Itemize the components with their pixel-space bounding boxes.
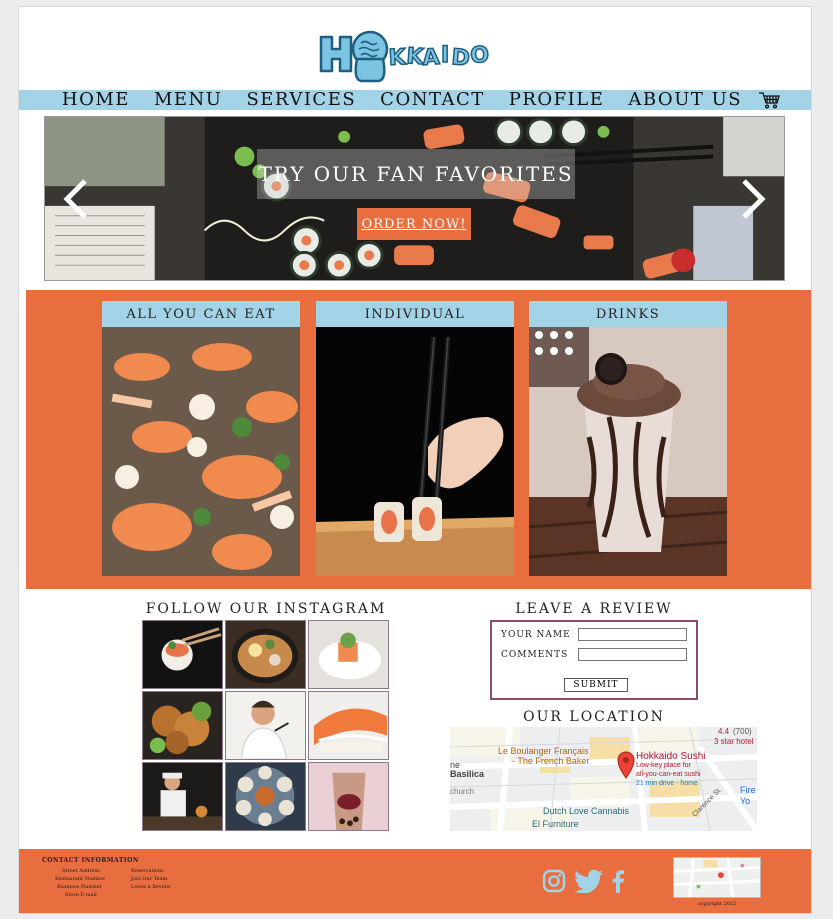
map-pin-icon (617, 751, 635, 779)
plated-dish-photo (309, 621, 388, 688)
chopsticks-sushi-image (316, 327, 514, 576)
svg-text:A: A (422, 45, 441, 71)
nav-contact[interactable]: CONTACT (368, 90, 497, 110)
dumplings-photo (226, 763, 305, 830)
instagram-post[interactable] (142, 762, 223, 831)
review-form: YOUR NAME COMMENTS SUBMIT (490, 620, 698, 700)
map-fire-1: Fire (740, 785, 756, 795)
nav-about-us[interactable]: ABOUT US (616, 90, 754, 110)
ramen-photo (226, 621, 305, 688)
copyright-text: copyright 2022 (697, 901, 737, 907)
facebook-icon[interactable] (611, 869, 625, 893)
map-review-count: (700) (733, 727, 752, 736)
chef-photo (226, 692, 305, 759)
order-now-button[interactable]: ORDER NOW! (357, 208, 471, 240)
salmon-nigiri-photo (309, 692, 388, 759)
map-drive-time: 21 min drive - home (636, 780, 698, 787)
footer-link-street-address[interactable]: Street Address (62, 868, 100, 874)
svg-text:K: K (388, 45, 407, 71)
bubble-tea-photo (309, 763, 388, 830)
map-church: church (450, 787, 475, 796)
sushi-chopsticks-photo (143, 621, 222, 688)
category-title: INDIVIDUAL (316, 301, 514, 327)
instagram-post[interactable] (308, 620, 389, 689)
map-hotel-label: 3 star hotel (714, 737, 754, 746)
instagram-post[interactable] (225, 762, 306, 831)
logo-graphic: K K A I D O (319, 30, 491, 83)
name-field[interactable] (578, 628, 687, 641)
svg-text:I: I (441, 43, 449, 68)
map-rating: 4.4 (718, 727, 730, 736)
comments-field[interactable] (578, 648, 687, 661)
review-title: LEAVE A REVIEW (515, 601, 673, 617)
instagram-post[interactable] (142, 620, 223, 689)
comments-label: COMMENTS (501, 650, 569, 660)
submit-button[interactable]: SUBMIT (564, 678, 628, 692)
milkshake-image (529, 327, 727, 576)
instagram-post[interactable] (225, 620, 306, 689)
hokkaido-logo[interactable]: K K A I D O (317, 23, 513, 83)
instagram-icon[interactable] (542, 869, 566, 893)
hero-banner: TRY OUR FAN FAVORITES ORDER NOW! (44, 116, 785, 281)
fried-chicken-photo (143, 692, 222, 759)
footer-link-leave-a-review[interactable]: Leave a Review (131, 884, 171, 890)
instagram-post[interactable] (308, 691, 389, 760)
footer-link-restaurant-number[interactable]: Restaurant Number (55, 876, 106, 882)
twitter-icon[interactable] (574, 869, 604, 893)
svg-text:O: O (469, 42, 490, 69)
nav-home[interactable]: HOME (50, 90, 142, 110)
map-furniture: El Furniture (532, 819, 579, 829)
category-all-you-can-eat[interactable]: ALL YOU CAN EAT (102, 301, 300, 576)
map-basilica-2: Basilica (450, 769, 485, 779)
categories-section: ALL YOU CAN EAT INDIVIDUAL DRINKS (26, 290, 811, 589)
name-label: YOUR NAME (501, 630, 571, 640)
category-title: DRINKS (529, 301, 727, 327)
shopping-cart-icon[interactable] (758, 91, 780, 109)
instagram-post[interactable] (142, 691, 223, 760)
main-nav: HOME MENU SERVICES CONTACT PROFILE ABOUT… (19, 90, 811, 110)
category-drinks[interactable]: DRINKS (529, 301, 727, 576)
category-individual[interactable]: INDIVIDUAL (316, 301, 514, 576)
instagram-post[interactable] (308, 762, 389, 831)
chevron-right-icon[interactable] (738, 177, 768, 221)
location-title: OUR LOCATION (523, 709, 665, 725)
map-restaurant-desc-2: all-you-can-eat sushi (636, 771, 701, 778)
kitchen-chef-photo (143, 763, 222, 830)
chevron-left-icon[interactable] (61, 177, 91, 221)
sushi-platter-image (102, 327, 300, 576)
map-fire-2: Yo (740, 796, 751, 806)
map-place-1b: - The French Baker (512, 756, 590, 766)
mini-map-graphic (674, 858, 760, 897)
footer-mini-map[interactable] (673, 857, 761, 898)
page: K K A I D O HOME MENU SERVICES CONTACT P… (18, 6, 812, 914)
contact-info-title: CONTACT INFORMATION (42, 857, 139, 864)
footer-link-join-our-team[interactable]: Join Our Team (131, 876, 167, 882)
map-cannabis: Dutch Love Cannabis (543, 806, 630, 816)
category-title: ALL YOU CAN EAT (102, 301, 300, 327)
map-restaurant-name: Hokkaido Sushi (636, 751, 706, 762)
footer: CONTACT INFORMATION Street Address Resta… (19, 849, 811, 913)
instagram-title: FOLLOW OUR INSTAGRAM (145, 601, 387, 617)
footer-link-store-email[interactable]: Store E-mail (65, 892, 97, 898)
location-map[interactable]: 4.4 (700) 3 star hotel Le Boulanger Fran… (450, 727, 757, 831)
instagram-grid (142, 620, 389, 831)
svg-text:D: D (450, 45, 470, 71)
nav-menu[interactable]: MENU (142, 90, 235, 110)
nav-profile[interactable]: PROFILE (497, 90, 617, 110)
map-place-1: Le Boulanger Français (498, 746, 589, 756)
footer-link-business-number[interactable]: Business Number (57, 884, 102, 890)
instagram-post[interactable] (225, 691, 306, 760)
banner-title-box: TRY OUR FAN FAVORITES (257, 149, 575, 199)
banner-title: TRY OUR FAN FAVORITES (258, 162, 574, 186)
footer-link-reservations[interactable]: Reservations (131, 868, 164, 874)
map-restaurant-desc-1: Low-key place for (636, 762, 691, 769)
nav-services[interactable]: SERVICES (234, 90, 368, 110)
